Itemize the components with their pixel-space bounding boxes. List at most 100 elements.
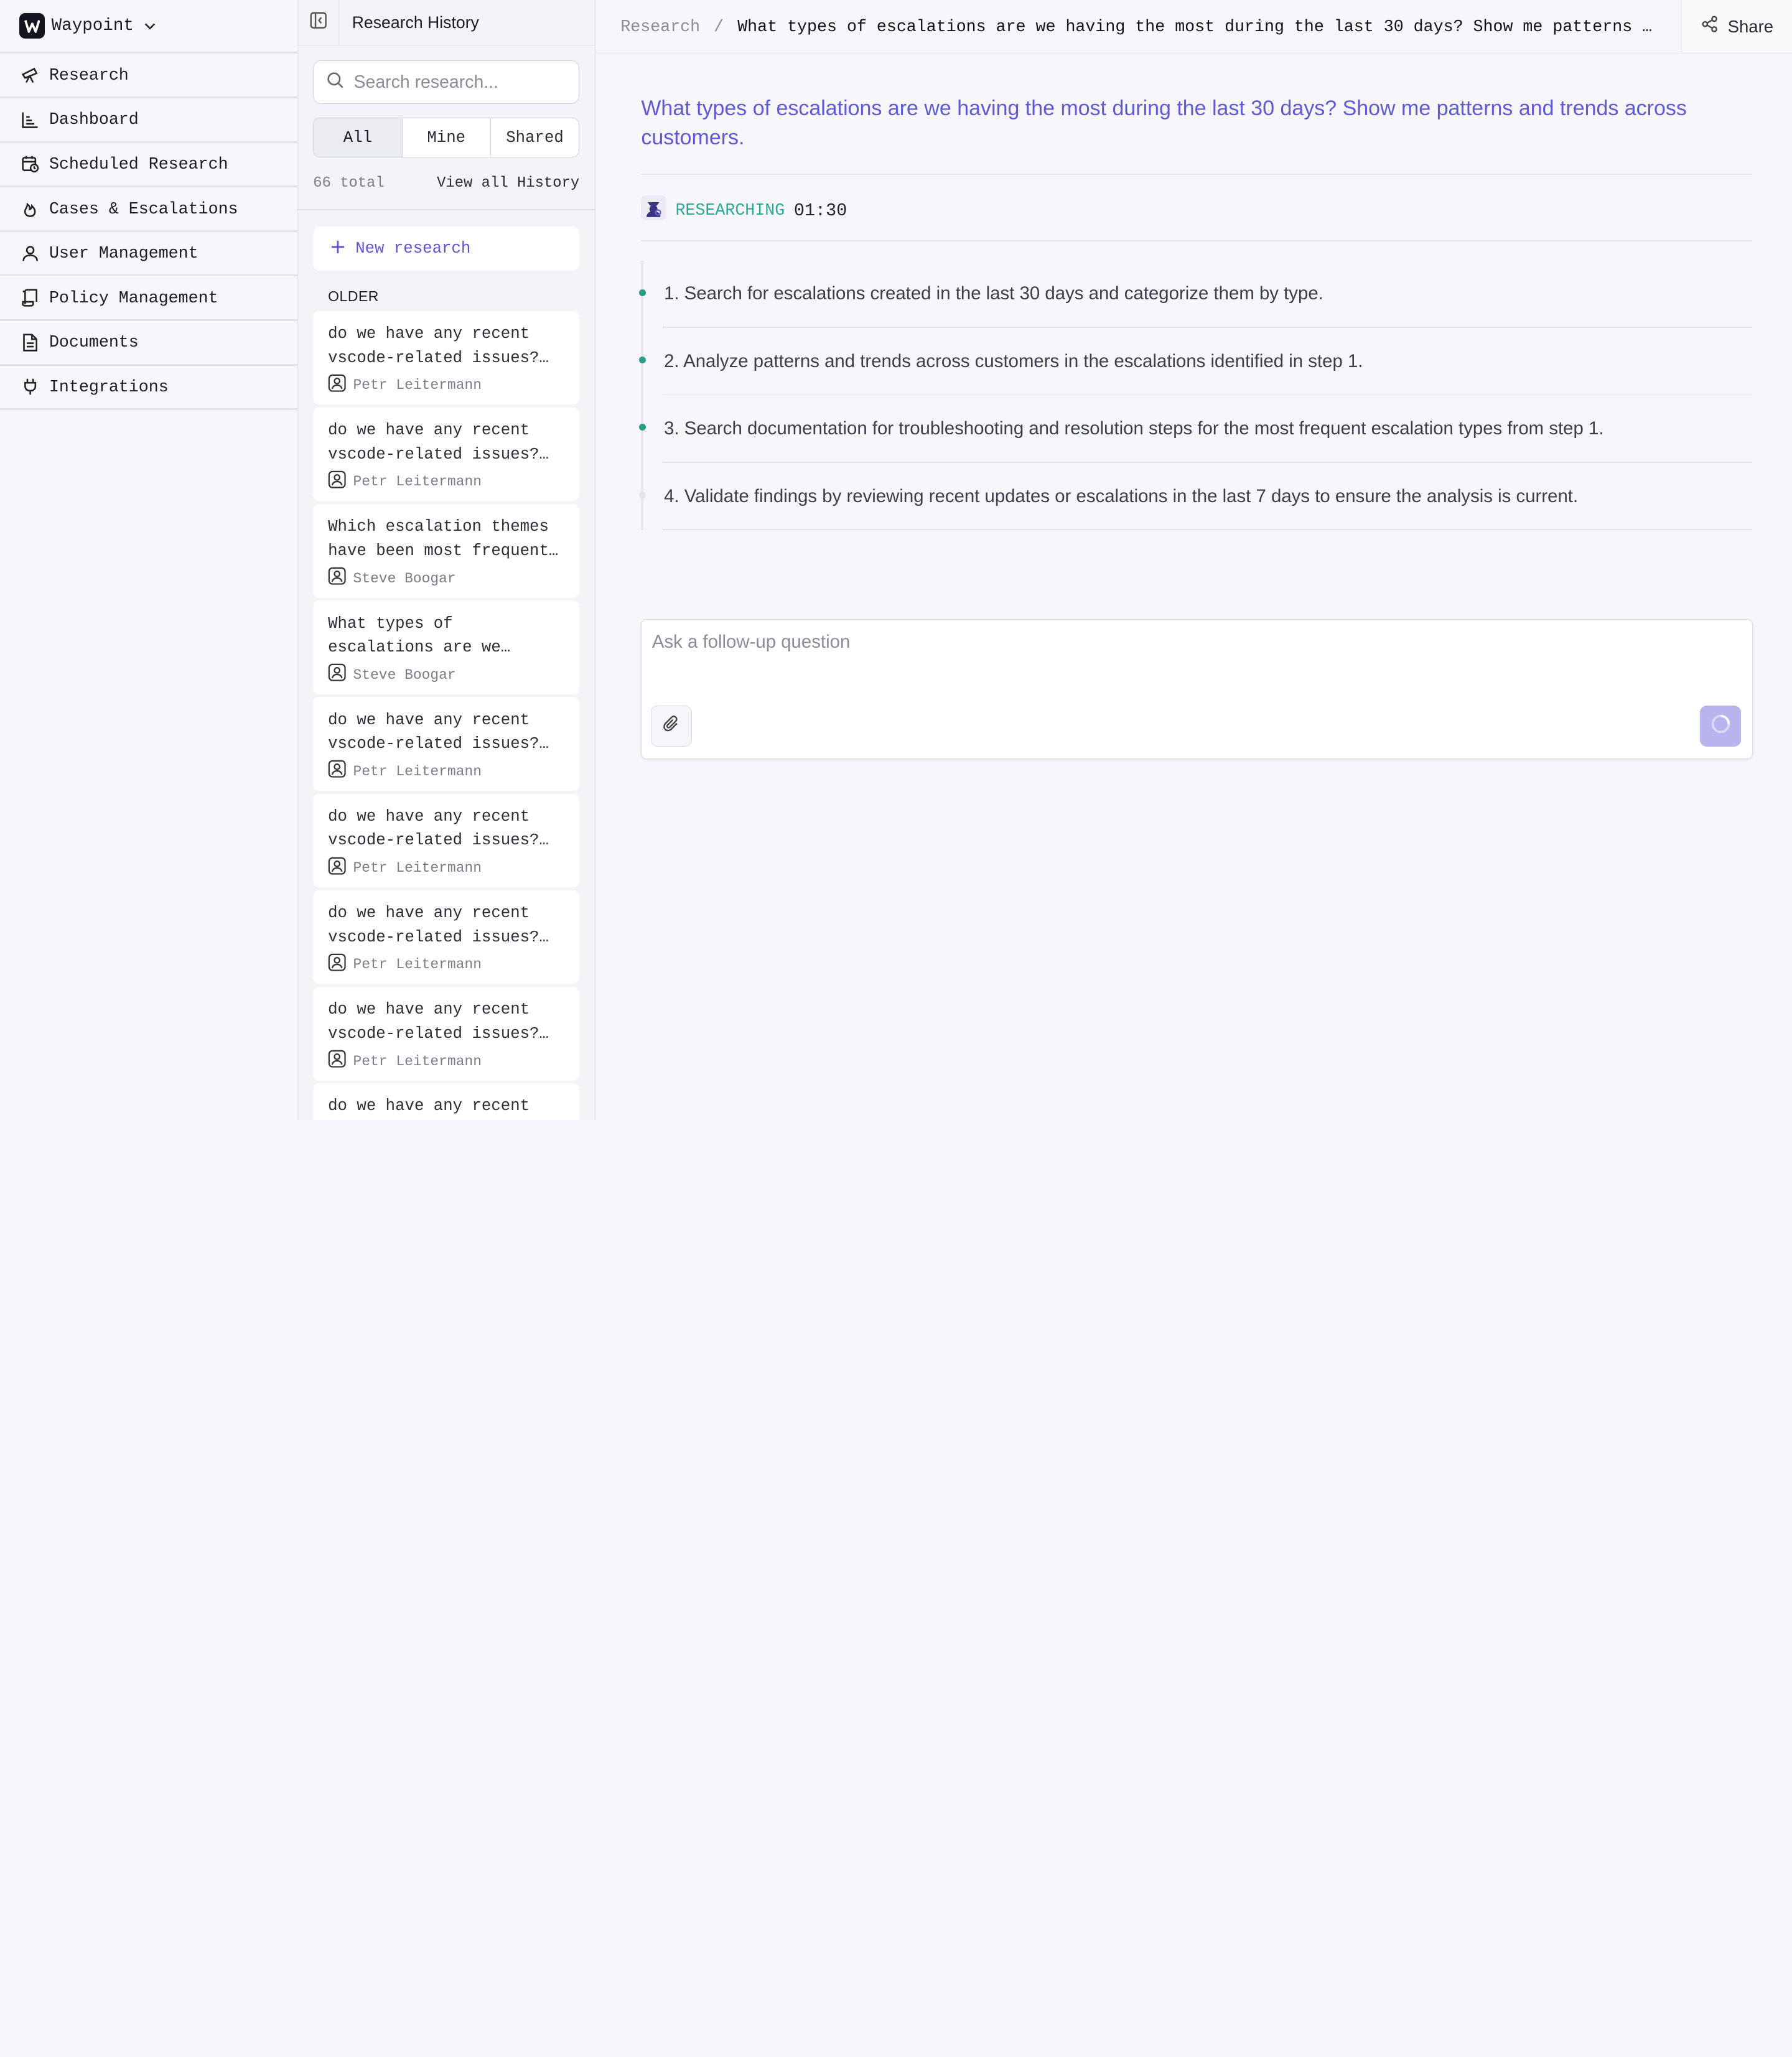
filter-shared[interactable]: Shared [491, 118, 579, 157]
research-question: What types of escalations are we having … [641, 96, 1687, 150]
step-done-dot-icon [638, 289, 646, 296]
plan-step: 2. Analyze patterns and trends across cu… [638, 328, 1752, 396]
plan-step: 1. Search for escalations created in the… [638, 261, 1752, 329]
filter-mine[interactable]: Mine [403, 118, 491, 157]
nav-item-user-management[interactable]: User Management [0, 232, 298, 277]
filter-all[interactable]: All [314, 118, 403, 157]
history-item[interactable]: do we have any recent vscode-related iss… [313, 310, 580, 405]
history-search[interactable] [313, 60, 580, 105]
share-button[interactable]: Share [1681, 0, 1792, 54]
history-item[interactable]: What types of escalations are we… Steve B… [313, 600, 580, 694]
share-icon [1701, 15, 1719, 38]
history-item[interactable]: Which escalation themes have been most f… [313, 503, 580, 598]
history-item-question: do we have any recent vscode-related iss… [328, 421, 549, 464]
nav-item-documents[interactable]: Documents [0, 321, 298, 366]
chart-icon [21, 110, 40, 129]
nav-item-label: Documents [49, 333, 139, 352]
nav-item-integrations[interactable]: Integrations [0, 366, 298, 411]
user-icon [21, 244, 40, 263]
history-total-count: 66 total [313, 175, 385, 192]
paperclip-icon [662, 715, 680, 738]
history-item-author: Petr Leitermann [328, 760, 566, 783]
history-item-question: do we have any recent vscode-related iss… [328, 904, 549, 946]
send-button[interactable] [1699, 706, 1742, 747]
history-item[interactable]: do we have any recent vscode-related iss… [313, 890, 580, 984]
history-item-question: do we have any recent [328, 1097, 530, 1116]
user-icon [328, 470, 346, 493]
user-icon [328, 374, 346, 397]
loading-spinner-icon [1710, 714, 1731, 739]
agent-avatar-icon [641, 195, 666, 225]
author-name: Steve Boogar [353, 666, 456, 683]
nav-item-label: Policy Management [49, 288, 218, 307]
history-item-question: do we have any recent vscode-related iss… [328, 1001, 549, 1043]
nav-item-label: Research [49, 65, 129, 85]
divider [663, 529, 1752, 531]
elapsed-timer: 01:30 [793, 200, 847, 221]
plus-icon [330, 238, 345, 259]
history-item-question: What types of escalations are we… [328, 614, 511, 657]
breadcrumb-root-link[interactable]: Research [620, 17, 700, 36]
workspace-name: Waypoint [51, 16, 134, 36]
history-item-author: Petr Leitermann [328, 857, 566, 880]
flame-icon [21, 199, 40, 218]
new-research-button[interactable]: New research [313, 226, 580, 271]
nav-item-policy-management[interactable]: Policy Management [0, 276, 298, 322]
share-label: Share [1727, 16, 1774, 36]
history-item-author: Petr Leitermann [328, 470, 566, 493]
history-meta: 66 total View all History [313, 175, 579, 192]
workspace-switcher[interactable]: Waypoint [0, 0, 298, 54]
history-filter-tabs: All Mine Shared [313, 118, 580, 158]
author-name: Petr Leitermann [353, 1053, 482, 1070]
history-item[interactable]: do we have any recent vscode-related iss… [313, 407, 580, 501]
collapse-sidebar-button[interactable] [298, 0, 340, 45]
history-item-author: Steve Boogar [328, 567, 566, 590]
author-name: Steve Boogar [353, 570, 456, 587]
nav-item-scheduled-research[interactable]: Scheduled Research [0, 143, 298, 188]
chevron-down-icon [143, 19, 157, 33]
history-title: Research History [352, 12, 479, 32]
step-done-dot-icon [638, 424, 646, 431]
plan-step: 3. Search documentation for troubleshoot… [638, 395, 1752, 463]
nav-item-label: Dashboard [49, 110, 139, 129]
nav-item-dashboard[interactable]: Dashboard [0, 98, 298, 143]
view-all-history-link[interactable]: View all History [437, 175, 579, 192]
scroll-icon [21, 288, 40, 307]
main-sidebar: Waypoint Research Dashboard Scheduled Re… [0, 0, 299, 1120]
history-item[interactable]: do we have any recent vscode-related iss… [313, 986, 580, 1081]
history-item[interactable]: do we have any recent vscode-related iss… [313, 793, 580, 888]
author-name: Petr Leitermann [353, 377, 482, 394]
history-item-author: Petr Leitermann [328, 374, 566, 397]
divider [641, 174, 1752, 175]
followup-input[interactable] [651, 631, 1727, 701]
history-item[interactable]: do we have any recent vscode-related iss… [313, 697, 580, 791]
nav-item-label: User Management [49, 244, 198, 263]
nav-item-cases-escalations[interactable]: Cases & Escalations [0, 187, 298, 232]
status-badge: RESEARCHING [675, 201, 785, 220]
nav-item-research[interactable]: Research [0, 54, 298, 98]
research-status: RESEARCHING 01:30 [641, 195, 847, 225]
user-icon [328, 567, 346, 590]
new-research-label: New research [355, 239, 471, 258]
author-name: Petr Leitermann [353, 473, 482, 490]
history-item-author: Petr Leitermann [328, 953, 566, 976]
user-icon [328, 760, 346, 783]
telescope-icon [21, 65, 40, 85]
attach-file-button[interactable] [651, 706, 693, 747]
waypoint-logo-icon [19, 13, 45, 39]
user-icon [328, 1050, 346, 1073]
user-icon [328, 663, 346, 686]
history-header: Research History [298, 0, 595, 46]
research-main: Research / What types of escalations are… [595, 0, 1792, 1120]
history-item-question: do we have any recent vscode-related iss… [328, 807, 549, 850]
plan-step: 4. Validate findings by reviewing recent… [638, 463, 1752, 531]
plan-step-text: 3. Search documentation for troubleshoot… [664, 418, 1604, 439]
research-plan: 1. Search for escalations created in the… [638, 260, 1752, 531]
search-input[interactable] [353, 72, 571, 93]
breadcrumb-separator: / [714, 17, 724, 36]
author-name: Petr Leitermann [353, 956, 482, 973]
author-name: Petr Leitermann [353, 860, 482, 877]
history-item[interactable]: do we have any recent [313, 1083, 580, 1120]
history-list: do we have any recent vscode-related iss… [313, 310, 580, 1120]
divider [641, 240, 1752, 241]
